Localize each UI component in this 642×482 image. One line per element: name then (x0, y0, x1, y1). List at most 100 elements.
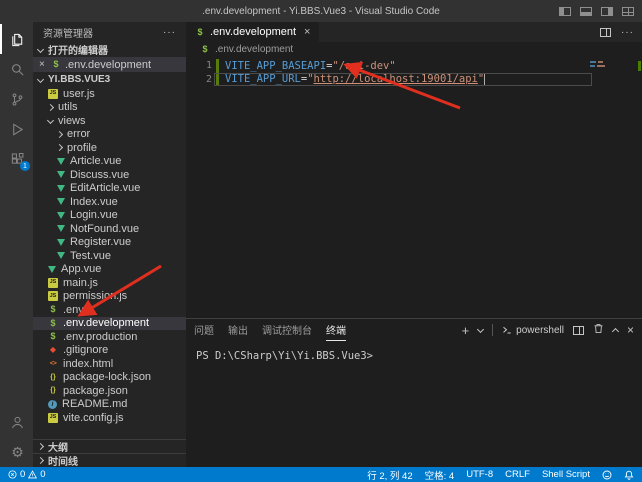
outline-section-header[interactable]: 大纲 (33, 439, 186, 453)
tree-item-discuss.vue[interactable]: Discuss.vue (33, 168, 186, 182)
tree-item-login.vue[interactable]: Login.vue (33, 209, 186, 223)
breadcrumb[interactable]: $ .env.development (186, 42, 642, 57)
account-icon[interactable] (0, 407, 33, 437)
minimap[interactable] (590, 61, 608, 69)
line-number: 1 (186, 60, 212, 71)
editor-region: $ .env.development × ··· $ .env.developm… (186, 22, 642, 467)
explorer-icon[interactable] (0, 24, 33, 54)
open-editor-item[interactable]: × $ .env.development (33, 57, 186, 72)
tree-item-utils[interactable]: utils (33, 101, 186, 115)
tree-item-profile[interactable]: profile (33, 141, 186, 155)
tree-item-app.vue[interactable]: App.vue (33, 263, 186, 277)
cursor-position[interactable]: 行 2, 列 42 (367, 468, 412, 482)
bottom-panel: 问题输出调试控制台终端 + powershell (186, 318, 642, 467)
eol-indicator[interactable]: CRLF (505, 469, 530, 480)
tree-item-.gitignore[interactable]: ◆ .gitignore (33, 344, 186, 358)
chevron-down-icon (37, 76, 44, 83)
indentation-indicator[interactable]: 空格: 4 (425, 468, 455, 482)
encoding-indicator[interactable]: UTF-8 (466, 469, 493, 480)
code-area: 1VITE_APP_BASEAPI="/api-dev"2VITE_APP_UR… (186, 59, 642, 86)
source-control-icon[interactable] (0, 84, 33, 114)
problems-indicator[interactable]: 0 0 (8, 469, 46, 480)
tree-item-article.vue[interactable]: Article.vue (33, 155, 186, 169)
code-line-1[interactable]: 1VITE_APP_BASEAPI="/api-dev" (186, 59, 642, 73)
customize-layout-icon[interactable] (622, 7, 634, 16)
close-editor-icon[interactable]: × (39, 60, 47, 70)
panel-tab-output[interactable]: 输出 (228, 319, 248, 341)
sidebar-more-actions-icon[interactable]: ··· (163, 27, 176, 38)
project-root-header[interactable]: YI.BBS.VUE3 (33, 72, 186, 87)
toggle-secondary-sidebar-icon[interactable] (601, 7, 613, 16)
breadcrumb-label: .env.development (215, 44, 293, 55)
tree-item-test.vue[interactable]: Test.vue (33, 249, 186, 263)
tree-item-register.vue[interactable]: Register.vue (33, 236, 186, 250)
tab-env-development[interactable]: $ .env.development × (186, 22, 319, 42)
file-name: .env.development (63, 317, 149, 329)
feedback-smiley-icon[interactable] (602, 470, 612, 480)
tree-item-user.js[interactable]: JSuser.js (33, 87, 186, 101)
js-file-icon: JS (48, 413, 58, 423)
editor-tab-bar: $ .env.development × ··· (186, 22, 642, 42)
toggle-panel-icon[interactable] (580, 7, 592, 16)
new-terminal-icon[interactable]: + (462, 324, 470, 337)
editor-pane[interactable]: 1VITE_APP_BASEAPI="/api-dev"2VITE_APP_UR… (186, 57, 642, 318)
titlebar-layout-controls (559, 0, 634, 22)
vscode-window: .env.development - Yi.BBS.Vue3 - Visual … (0, 0, 642, 482)
code-line-2[interactable]: 2VITE_APP_URL="http://localhost:19001/ap… (186, 73, 642, 87)
file-name: utils (58, 101, 78, 113)
tree-item-.env.development[interactable]: $.env.development (33, 317, 186, 331)
split-terminal-icon[interactable] (573, 326, 584, 335)
tree-item-views[interactable]: views (33, 114, 186, 128)
vue-file-icon (57, 171, 65, 178)
extensions-icon[interactable]: 1 (0, 144, 33, 174)
settings-gear-icon[interactable]: ⚙ (0, 437, 33, 467)
url-link[interactable]: http://localhost:19001/api (314, 73, 478, 85)
tree-item-readme.md[interactable]: i README.md (33, 398, 186, 412)
terminal-output[interactable]: PS D:\CSharp\Yi\Yi.BBS.Vue3> (186, 341, 642, 467)
chevron-right-icon (37, 457, 44, 464)
run-debug-icon[interactable] (0, 114, 33, 144)
tree-item-editarticle.vue[interactable]: EditArticle.vue (33, 182, 186, 196)
maximize-panel-icon[interactable] (612, 328, 619, 335)
notifications-bell-icon[interactable] (624, 470, 634, 480)
search-icon[interactable] (0, 54, 33, 84)
html-file-icon: <> (48, 359, 58, 369)
gitignore-file-icon: ◆ (48, 345, 58, 355)
chevron-right-icon (37, 443, 44, 450)
toggle-sidebar-icon[interactable] (559, 7, 571, 16)
readme-file-icon: i (48, 400, 57, 409)
tab-close-icon[interactable]: × (304, 26, 310, 38)
kill-terminal-icon[interactable] (593, 321, 604, 339)
tree-item-package-lock.json[interactable]: {}package-lock.json (33, 371, 186, 385)
file-name: index.html (63, 358, 113, 370)
tree-item-package.json[interactable]: {}package.json (33, 384, 186, 398)
tree-item-main.js[interactable]: JSmain.js (33, 276, 186, 290)
tree-item-error[interactable]: error (33, 128, 186, 142)
tree-item-index.html[interactable]: <> index.html (33, 357, 186, 371)
tree-item-permission.js[interactable]: JSpermission.js (33, 290, 186, 304)
tree-item-notfound.vue[interactable]: NotFound.vue (33, 222, 186, 236)
tree-item-index.vue[interactable]: Index.vue (33, 195, 186, 209)
close-panel-icon[interactable]: × (627, 324, 634, 336)
timeline-section-header[interactable]: 时间线 (33, 453, 186, 467)
panel-tab-terminal[interactable]: 终端 (326, 319, 346, 341)
tree-item-vite.config.js[interactable]: JSvite.config.js (33, 411, 186, 425)
language-mode[interactable]: Shell Script (542, 469, 590, 480)
file-name: profile (67, 142, 97, 154)
activity-bar-spacer (0, 174, 33, 407)
file-name: .gitignore (63, 344, 108, 356)
chevron-right-icon (56, 131, 63, 138)
split-editor-icon[interactable] (600, 28, 611, 37)
open-editors-header[interactable]: 打开的编辑器 (33, 42, 186, 57)
terminal-instance-powershell[interactable]: powershell (502, 325, 564, 336)
file-name: README.md (62, 398, 127, 410)
terminal-shell-label: powershell (516, 325, 564, 336)
status-bar: 0 0 行 2, 列 42 空格: 4 UTF-8 CRLF Shell Scr… (0, 467, 642, 482)
panel-tab-debug-console[interactable]: 调试控制台 (262, 319, 312, 341)
explorer-sidebar: 资源管理器 ··· 打开的编辑器 × $ .env.development YI… (33, 22, 186, 467)
terminal-dropdown-chevron-icon[interactable] (477, 325, 484, 332)
panel-tab-problems[interactable]: 问题 (194, 319, 214, 341)
tree-item-.env.production[interactable]: $.env.production (33, 330, 186, 344)
editor-more-actions-icon[interactable]: ··· (621, 27, 634, 38)
tree-item-.env[interactable]: $.env (33, 303, 186, 317)
